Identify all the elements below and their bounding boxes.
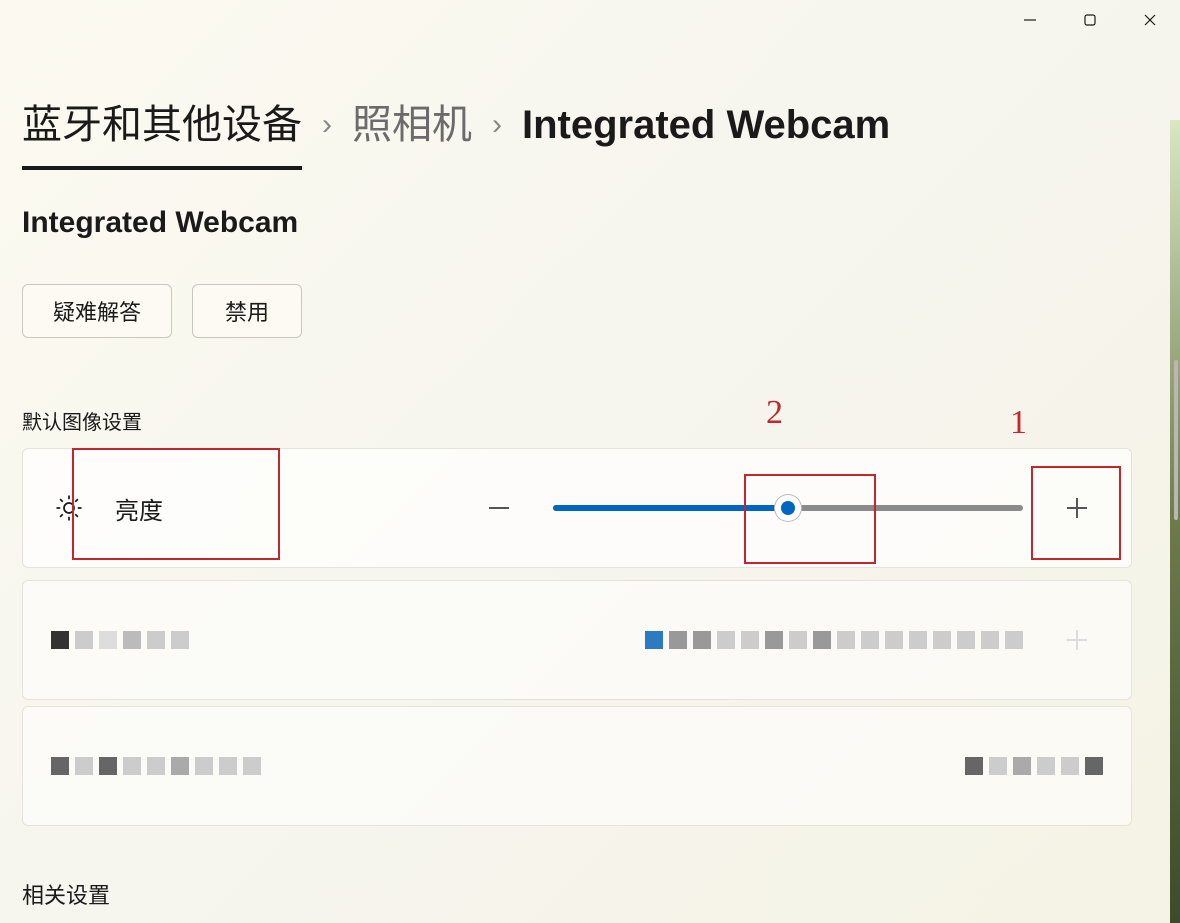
annotation-number-1: 1	[1010, 404, 1027, 442]
brightness-icon	[51, 490, 87, 526]
slider-thumb[interactable]	[775, 495, 801, 521]
obscured-content	[645, 631, 1023, 649]
maximize-button[interactable]	[1060, 0, 1120, 40]
wallpaper-edge	[1170, 120, 1180, 923]
disable-button[interactable]: 禁用	[192, 284, 302, 338]
setting-card-obscured-1	[22, 580, 1132, 700]
brightness-decrease-button[interactable]	[473, 482, 525, 534]
brightness-label: 亮度	[115, 491, 163, 526]
obscured-content	[965, 757, 1103, 775]
scrollbar-thumb[interactable]	[1174, 360, 1178, 520]
obscured-content	[51, 631, 189, 649]
obscured-stepper	[1051, 614, 1103, 666]
slider-fill	[553, 505, 788, 511]
setting-card-obscured-2	[22, 706, 1132, 826]
obscured-content	[51, 757, 261, 775]
breadcrumb-level1[interactable]: 蓝牙和其他设备	[22, 92, 302, 170]
breadcrumb: 蓝牙和其他设备 › 照相机 › Integrated Webcam	[22, 92, 890, 170]
troubleshoot-button[interactable]: 疑难解答	[22, 284, 172, 338]
brightness-slider[interactable]	[553, 482, 1023, 534]
breadcrumb-level2[interactable]: 照相机	[352, 92, 472, 166]
section-heading-related: 相关设置	[22, 878, 110, 910]
brightness-increase-button[interactable]	[1051, 482, 1103, 534]
breadcrumb-current: Integrated Webcam	[522, 103, 890, 148]
section-heading-default-image: 默认图像设置	[22, 406, 142, 435]
annotation-number-2: 2	[766, 394, 783, 432]
page-title: Integrated Webcam	[22, 206, 298, 240]
action-buttons: 疑难解答 禁用	[22, 284, 302, 338]
brightness-card: 亮度	[22, 448, 1132, 568]
minimize-button[interactable]	[1000, 0, 1060, 40]
close-button[interactable]	[1120, 0, 1180, 40]
chevron-right-icon: ›	[492, 108, 502, 142]
window-controls	[1000, 0, 1180, 40]
chevron-right-icon: ›	[322, 108, 332, 142]
